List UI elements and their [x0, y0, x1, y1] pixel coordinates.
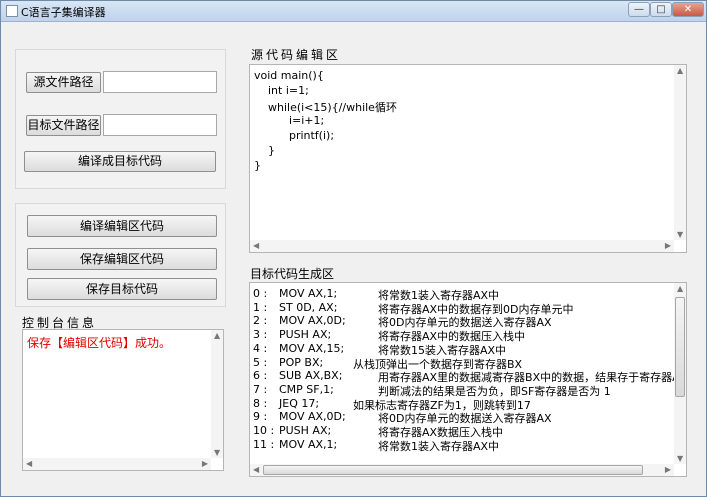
- instruction-text: PUSH AX;: [279, 424, 332, 437]
- source-code-line: void main(){: [254, 69, 324, 82]
- instruction-number: 0 :: [253, 287, 268, 300]
- source-editor-title: 源代码编辑区: [251, 48, 342, 62]
- scroll-left-icon[interactable]: ◀: [26, 459, 32, 468]
- target-area-title: 目标代码生成区: [250, 267, 335, 281]
- instruction-number: 9 :: [253, 410, 268, 424]
- target-path-input[interactable]: [103, 114, 217, 136]
- console-output[interactable]: 保存【编辑区代码】成功。 ▲ ▼ ◀ ▶: [22, 329, 224, 471]
- source-path-input[interactable]: [103, 71, 217, 93]
- source-code-editor[interactable]: void main(){ int i=1; while(i<15){//whil…: [249, 64, 687, 253]
- instruction-number: 8 :: [253, 396, 268, 410]
- target-code-row: 1 : ST 0D, AX; 将寄存器AX中的数据存到0D内存单元中: [250, 300, 680, 316]
- target-code-row: 0 : MOV AX,1; 将常数1装入寄存器AX中: [250, 287, 680, 302]
- instruction-number: 2 :: [253, 314, 268, 328]
- instruction-number: 10 :: [253, 424, 275, 437]
- scroll-left-icon[interactable]: ◀: [253, 465, 259, 474]
- editor-horizontal-scrollbar[interactable]: ◀ ▶: [250, 240, 674, 252]
- source-code-line: i=i+1;: [254, 114, 325, 127]
- scroll-up-icon[interactable]: ▲: [677, 66, 683, 75]
- scroll-down-icon[interactable]: ▼: [677, 230, 683, 239]
- source-code-line: }: [254, 144, 275, 157]
- target-code-row: 9 : MOV AX,0D; 将0D内存单元的数据送入寄存器AX: [250, 410, 680, 425]
- source-code-line: int i=1;: [254, 84, 309, 97]
- source-code-line: printf(i);: [254, 129, 335, 142]
- target-code-row: 2 : MOV AX,0D; 将0D内存单元的数据送入寄存器AX: [250, 314, 680, 329]
- console-horizontal-scrollbar[interactable]: ◀ ▶: [23, 458, 211, 470]
- instruction-text: MOV AX,0D;: [279, 410, 346, 424]
- target-code-row: 3 : PUSH AX; 将寄存器AX中的数据压入栈中: [250, 328, 680, 343]
- instruction-number: 4 :: [253, 341, 268, 355]
- instruction-text: MOV AX,0D;: [279, 314, 346, 328]
- target-code-row: 5 : POP BX; 从栈顶弹出一个数据存到寄存器BX: [250, 355, 680, 371]
- target-horizontal-scrollbar[interactable]: ◀ ▶: [250, 464, 674, 476]
- app-icon: [6, 5, 18, 17]
- scroll-up-icon[interactable]: ▲: [214, 331, 220, 340]
- scroll-down-icon[interactable]: ▼: [677, 454, 683, 463]
- instruction-text: ST 0D, AX;: [279, 300, 338, 314]
- minimize-button[interactable]: —: [628, 2, 650, 17]
- instruction-number: 11 :: [253, 437, 275, 451]
- app-window: C语言子集编译器 — □ ✕ 源文件路径 目标文件路径 编译成目标代码 编译编辑…: [0, 0, 707, 497]
- target-code-row: 11 : MOV AX,1; 将常数1装入寄存器AX中: [250, 437, 680, 453]
- target-code-row: 8 : JEQ 17; 如果标志寄存器ZF为1，则跳转到17: [250, 396, 680, 412]
- path-panel: 源文件路径 目标文件路径 编译成目标代码: [15, 49, 226, 189]
- scroll-down-icon[interactable]: ▼: [214, 448, 220, 457]
- instruction-text: MOV AX,1;: [279, 437, 338, 451]
- editor-actions-panel: 编译编辑区代码 保存编辑区代码 保存目标代码: [15, 203, 226, 307]
- instruction-text: MOV AX,1;: [279, 287, 338, 300]
- compile-to-target-button[interactable]: 编译成目标代码: [24, 151, 216, 172]
- instruction-number: 1 :: [253, 300, 268, 314]
- instruction-number: 5 :: [253, 355, 268, 369]
- instruction-text: JEQ 17;: [279, 396, 320, 410]
- source-code-line: }: [254, 159, 261, 172]
- instruction-text: SUB AX,BX;: [279, 369, 343, 383]
- instruction-comment: 将常数1装入寄存器AX中: [378, 439, 500, 453]
- target-code-row: 4 : MOV AX,15; 将常数15装入寄存器AX中: [250, 341, 680, 357]
- instruction-number: 6 :: [253, 369, 268, 383]
- instruction-number: 7 :: [253, 382, 268, 396]
- instruction-number: 3 :: [253, 328, 268, 342]
- scroll-right-icon[interactable]: ▶: [665, 465, 671, 474]
- compile-editor-button[interactable]: 编译编辑区代码: [27, 215, 217, 237]
- console-vertical-scrollbar[interactable]: ▲ ▼: [211, 330, 223, 458]
- source-path-button[interactable]: 源文件路径: [26, 72, 101, 93]
- instruction-text: MOV AX,15;: [279, 341, 345, 355]
- target-vertical-scrollbar[interactable]: ▲ ▼: [674, 283, 686, 464]
- horizontal-scroll-thumb[interactable]: [263, 465, 643, 475]
- vertical-scroll-thumb[interactable]: [675, 297, 685, 397]
- target-code-row: 6 : SUB AX,BX; 用寄存器AX里的数据减寄存器BX中的数据，结果存于寄存…: [250, 369, 684, 384]
- target-path-button[interactable]: 目标文件路径: [26, 115, 101, 136]
- instruction-text: CMP SF,1;: [279, 382, 334, 396]
- scroll-up-icon[interactable]: ▲: [677, 284, 683, 293]
- editor-vertical-scrollbar[interactable]: ▲ ▼: [674, 65, 686, 240]
- target-code-output[interactable]: 0 : MOV AX,1; 将常数1装入寄存器AX中 1 : ST 0D, AX; 将寄存…: [249, 282, 687, 477]
- console-message: 保存【编辑区代码】成功。: [27, 336, 172, 350]
- target-code-row: 10 : PUSH AX; 将寄存器AX数据压入栈中: [250, 424, 680, 439]
- maximize-button[interactable]: □: [650, 2, 672, 17]
- save-editor-button[interactable]: 保存编辑区代码: [27, 248, 217, 270]
- close-button[interactable]: ✕: [672, 2, 704, 17]
- save-target-button[interactable]: 保存目标代码: [27, 278, 217, 300]
- scroll-right-icon[interactable]: ▶: [202, 459, 208, 468]
- instruction-text: POP BX;: [279, 355, 324, 369]
- window-title: C语言子集编译器: [21, 6, 106, 19]
- scroll-right-icon[interactable]: ▶: [665, 241, 671, 250]
- scroll-left-icon[interactable]: ◀: [253, 241, 259, 250]
- title-bar: C语言子集编译器 — □ ✕: [1, 1, 706, 22]
- source-code-line: while(i<15){//while循环: [254, 101, 397, 114]
- instruction-text: PUSH AX;: [279, 328, 332, 342]
- target-code-row: 7 : CMP SF,1; 判断减法的结果是否为负，即SF寄存器是否为 1: [250, 382, 680, 398]
